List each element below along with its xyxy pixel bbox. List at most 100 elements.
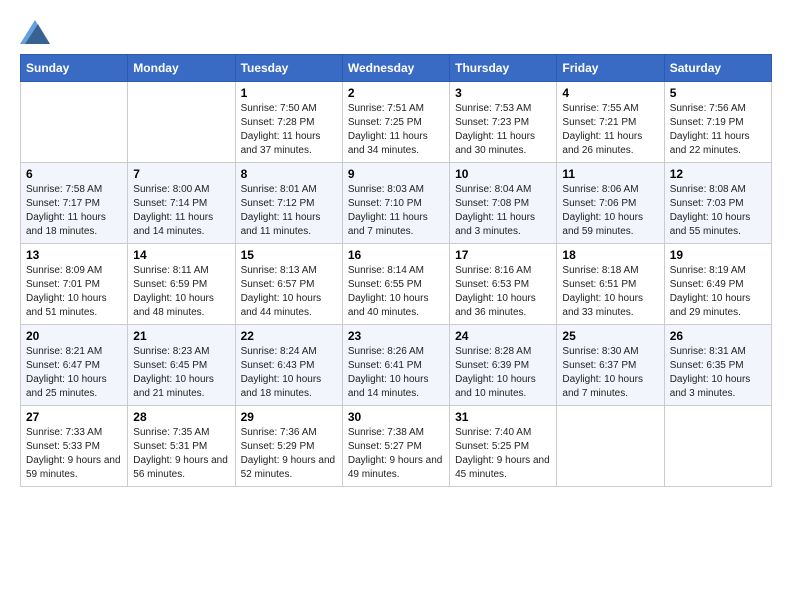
cell-info: Sunrise: 8:16 AMSunset: 6:53 PMDaylight:…: [455, 264, 551, 320]
cell-info: Sunrise: 8:26 AMSunset: 6:41 PMDaylight:…: [348, 345, 444, 401]
cell-info: Sunrise: 8:30 AMSunset: 6:37 PMDaylight:…: [562, 345, 658, 401]
cell-info: Sunrise: 7:40 AMSunset: 5:25 PMDaylight:…: [455, 426, 551, 482]
col-header-thursday: Thursday: [450, 55, 557, 82]
day-number: 3: [455, 86, 551, 100]
cell-info: Sunrise: 8:14 AMSunset: 6:55 PMDaylight:…: [348, 264, 444, 320]
col-header-tuesday: Tuesday: [235, 55, 342, 82]
day-number: 16: [348, 248, 444, 262]
calendar-cell: 26 Sunrise: 8:31 AMSunset: 6:35 PMDaylig…: [664, 325, 771, 406]
calendar-cell: 23 Sunrise: 8:26 AMSunset: 6:41 PMDaylig…: [342, 325, 449, 406]
cell-info: Sunrise: 7:58 AMSunset: 7:17 PMDaylight:…: [26, 183, 122, 239]
day-number: 18: [562, 248, 658, 262]
day-number: 20: [26, 329, 122, 343]
calendar-cell: 5 Sunrise: 7:56 AMSunset: 7:19 PMDayligh…: [664, 82, 771, 163]
calendar-cell: 31 Sunrise: 7:40 AMSunset: 5:25 PMDaylig…: [450, 406, 557, 487]
cell-info: Sunrise: 8:01 AMSunset: 7:12 PMDaylight:…: [241, 183, 337, 239]
week-row-3: 13 Sunrise: 8:09 AMSunset: 7:01 PMDaylig…: [21, 244, 772, 325]
calendar-cell: 10 Sunrise: 8:04 AMSunset: 7:08 PMDaylig…: [450, 163, 557, 244]
calendar-cell: 9 Sunrise: 8:03 AMSunset: 7:10 PMDayligh…: [342, 163, 449, 244]
cell-info: Sunrise: 8:23 AMSunset: 6:45 PMDaylight:…: [133, 345, 229, 401]
day-number: 19: [670, 248, 766, 262]
calendar-cell: 21 Sunrise: 8:23 AMSunset: 6:45 PMDaylig…: [128, 325, 235, 406]
calendar-cell: 19 Sunrise: 8:19 AMSunset: 6:49 PMDaylig…: [664, 244, 771, 325]
calendar-cell: 27 Sunrise: 7:33 AMSunset: 5:33 PMDaylig…: [21, 406, 128, 487]
cell-info: Sunrise: 7:51 AMSunset: 7:25 PMDaylight:…: [348, 102, 444, 158]
calendar-cell: 30 Sunrise: 7:38 AMSunset: 5:27 PMDaylig…: [342, 406, 449, 487]
cell-info: Sunrise: 8:18 AMSunset: 6:51 PMDaylight:…: [562, 264, 658, 320]
calendar-cell: 15 Sunrise: 8:13 AMSunset: 6:57 PMDaylig…: [235, 244, 342, 325]
week-row-1: 1 Sunrise: 7:50 AMSunset: 7:28 PMDayligh…: [21, 82, 772, 163]
calendar-cell: 13 Sunrise: 8:09 AMSunset: 7:01 PMDaylig…: [21, 244, 128, 325]
day-number: 9: [348, 167, 444, 181]
cell-info: Sunrise: 8:11 AMSunset: 6:59 PMDaylight:…: [133, 264, 229, 320]
cell-info: Sunrise: 8:24 AMSunset: 6:43 PMDaylight:…: [241, 345, 337, 401]
day-number: 29: [241, 410, 337, 424]
col-header-friday: Friday: [557, 55, 664, 82]
calendar-cell: 4 Sunrise: 7:55 AMSunset: 7:21 PMDayligh…: [557, 82, 664, 163]
day-number: 4: [562, 86, 658, 100]
day-number: 31: [455, 410, 551, 424]
day-number: 1: [241, 86, 337, 100]
day-number: 8: [241, 167, 337, 181]
day-number: 26: [670, 329, 766, 343]
cell-info: Sunrise: 8:08 AMSunset: 7:03 PMDaylight:…: [670, 183, 766, 239]
day-number: 25: [562, 329, 658, 343]
cell-info: Sunrise: 8:04 AMSunset: 7:08 PMDaylight:…: [455, 183, 551, 239]
day-number: 17: [455, 248, 551, 262]
day-number: 10: [455, 167, 551, 181]
cell-info: Sunrise: 7:53 AMSunset: 7:23 PMDaylight:…: [455, 102, 551, 158]
calendar-cell: 24 Sunrise: 8:28 AMSunset: 6:39 PMDaylig…: [450, 325, 557, 406]
calendar-cell: 14 Sunrise: 8:11 AMSunset: 6:59 PMDaylig…: [128, 244, 235, 325]
calendar-cell: 25 Sunrise: 8:30 AMSunset: 6:37 PMDaylig…: [557, 325, 664, 406]
day-number: 12: [670, 167, 766, 181]
calendar-cell: 12 Sunrise: 8:08 AMSunset: 7:03 PMDaylig…: [664, 163, 771, 244]
cell-info: Sunrise: 8:00 AMSunset: 7:14 PMDaylight:…: [133, 183, 229, 239]
calendar-cell: 18 Sunrise: 8:18 AMSunset: 6:51 PMDaylig…: [557, 244, 664, 325]
col-header-sunday: Sunday: [21, 55, 128, 82]
calendar-table: SundayMondayTuesdayWednesdayThursdayFrid…: [20, 54, 772, 487]
day-number: 24: [455, 329, 551, 343]
week-row-2: 6 Sunrise: 7:58 AMSunset: 7:17 PMDayligh…: [21, 163, 772, 244]
calendar-cell: 8 Sunrise: 8:01 AMSunset: 7:12 PMDayligh…: [235, 163, 342, 244]
calendar-cell: 22 Sunrise: 8:24 AMSunset: 6:43 PMDaylig…: [235, 325, 342, 406]
cell-info: Sunrise: 7:36 AMSunset: 5:29 PMDaylight:…: [241, 426, 337, 482]
day-number: 6: [26, 167, 122, 181]
cell-info: Sunrise: 7:55 AMSunset: 7:21 PMDaylight:…: [562, 102, 658, 158]
cell-info: Sunrise: 7:35 AMSunset: 5:31 PMDaylight:…: [133, 426, 229, 482]
day-number: 11: [562, 167, 658, 181]
day-number: 23: [348, 329, 444, 343]
cell-info: Sunrise: 8:13 AMSunset: 6:57 PMDaylight:…: [241, 264, 337, 320]
cell-info: Sunrise: 8:09 AMSunset: 7:01 PMDaylight:…: [26, 264, 122, 320]
cell-info: Sunrise: 7:50 AMSunset: 7:28 PMDaylight:…: [241, 102, 337, 158]
cell-info: Sunrise: 8:31 AMSunset: 6:35 PMDaylight:…: [670, 345, 766, 401]
calendar-header-row: SundayMondayTuesdayWednesdayThursdayFrid…: [21, 55, 772, 82]
day-number: 7: [133, 167, 229, 181]
calendar-cell: 1 Sunrise: 7:50 AMSunset: 7:28 PMDayligh…: [235, 82, 342, 163]
calendar-cell: 20 Sunrise: 8:21 AMSunset: 6:47 PMDaylig…: [21, 325, 128, 406]
calendar-cell: 2 Sunrise: 7:51 AMSunset: 7:25 PMDayligh…: [342, 82, 449, 163]
calendar-cell: [664, 406, 771, 487]
calendar-cell: 11 Sunrise: 8:06 AMSunset: 7:06 PMDaylig…: [557, 163, 664, 244]
calendar-cell: 17 Sunrise: 8:16 AMSunset: 6:53 PMDaylig…: [450, 244, 557, 325]
calendar-cell: [21, 82, 128, 163]
col-header-monday: Monday: [128, 55, 235, 82]
day-number: 5: [670, 86, 766, 100]
cell-info: Sunrise: 7:38 AMSunset: 5:27 PMDaylight:…: [348, 426, 444, 482]
calendar-cell: 6 Sunrise: 7:58 AMSunset: 7:17 PMDayligh…: [21, 163, 128, 244]
day-number: 27: [26, 410, 122, 424]
day-number: 2: [348, 86, 444, 100]
logo: [20, 20, 54, 44]
calendar-cell: 7 Sunrise: 8:00 AMSunset: 7:14 PMDayligh…: [128, 163, 235, 244]
col-header-saturday: Saturday: [664, 55, 771, 82]
header: [20, 20, 772, 44]
day-number: 13: [26, 248, 122, 262]
week-row-4: 20 Sunrise: 8:21 AMSunset: 6:47 PMDaylig…: [21, 325, 772, 406]
cell-info: Sunrise: 8:03 AMSunset: 7:10 PMDaylight:…: [348, 183, 444, 239]
calendar-cell: 28 Sunrise: 7:35 AMSunset: 5:31 PMDaylig…: [128, 406, 235, 487]
cell-info: Sunrise: 7:56 AMSunset: 7:19 PMDaylight:…: [670, 102, 766, 158]
calendar-cell: [128, 82, 235, 163]
cell-info: Sunrise: 8:28 AMSunset: 6:39 PMDaylight:…: [455, 345, 551, 401]
day-number: 21: [133, 329, 229, 343]
col-header-wednesday: Wednesday: [342, 55, 449, 82]
day-number: 30: [348, 410, 444, 424]
